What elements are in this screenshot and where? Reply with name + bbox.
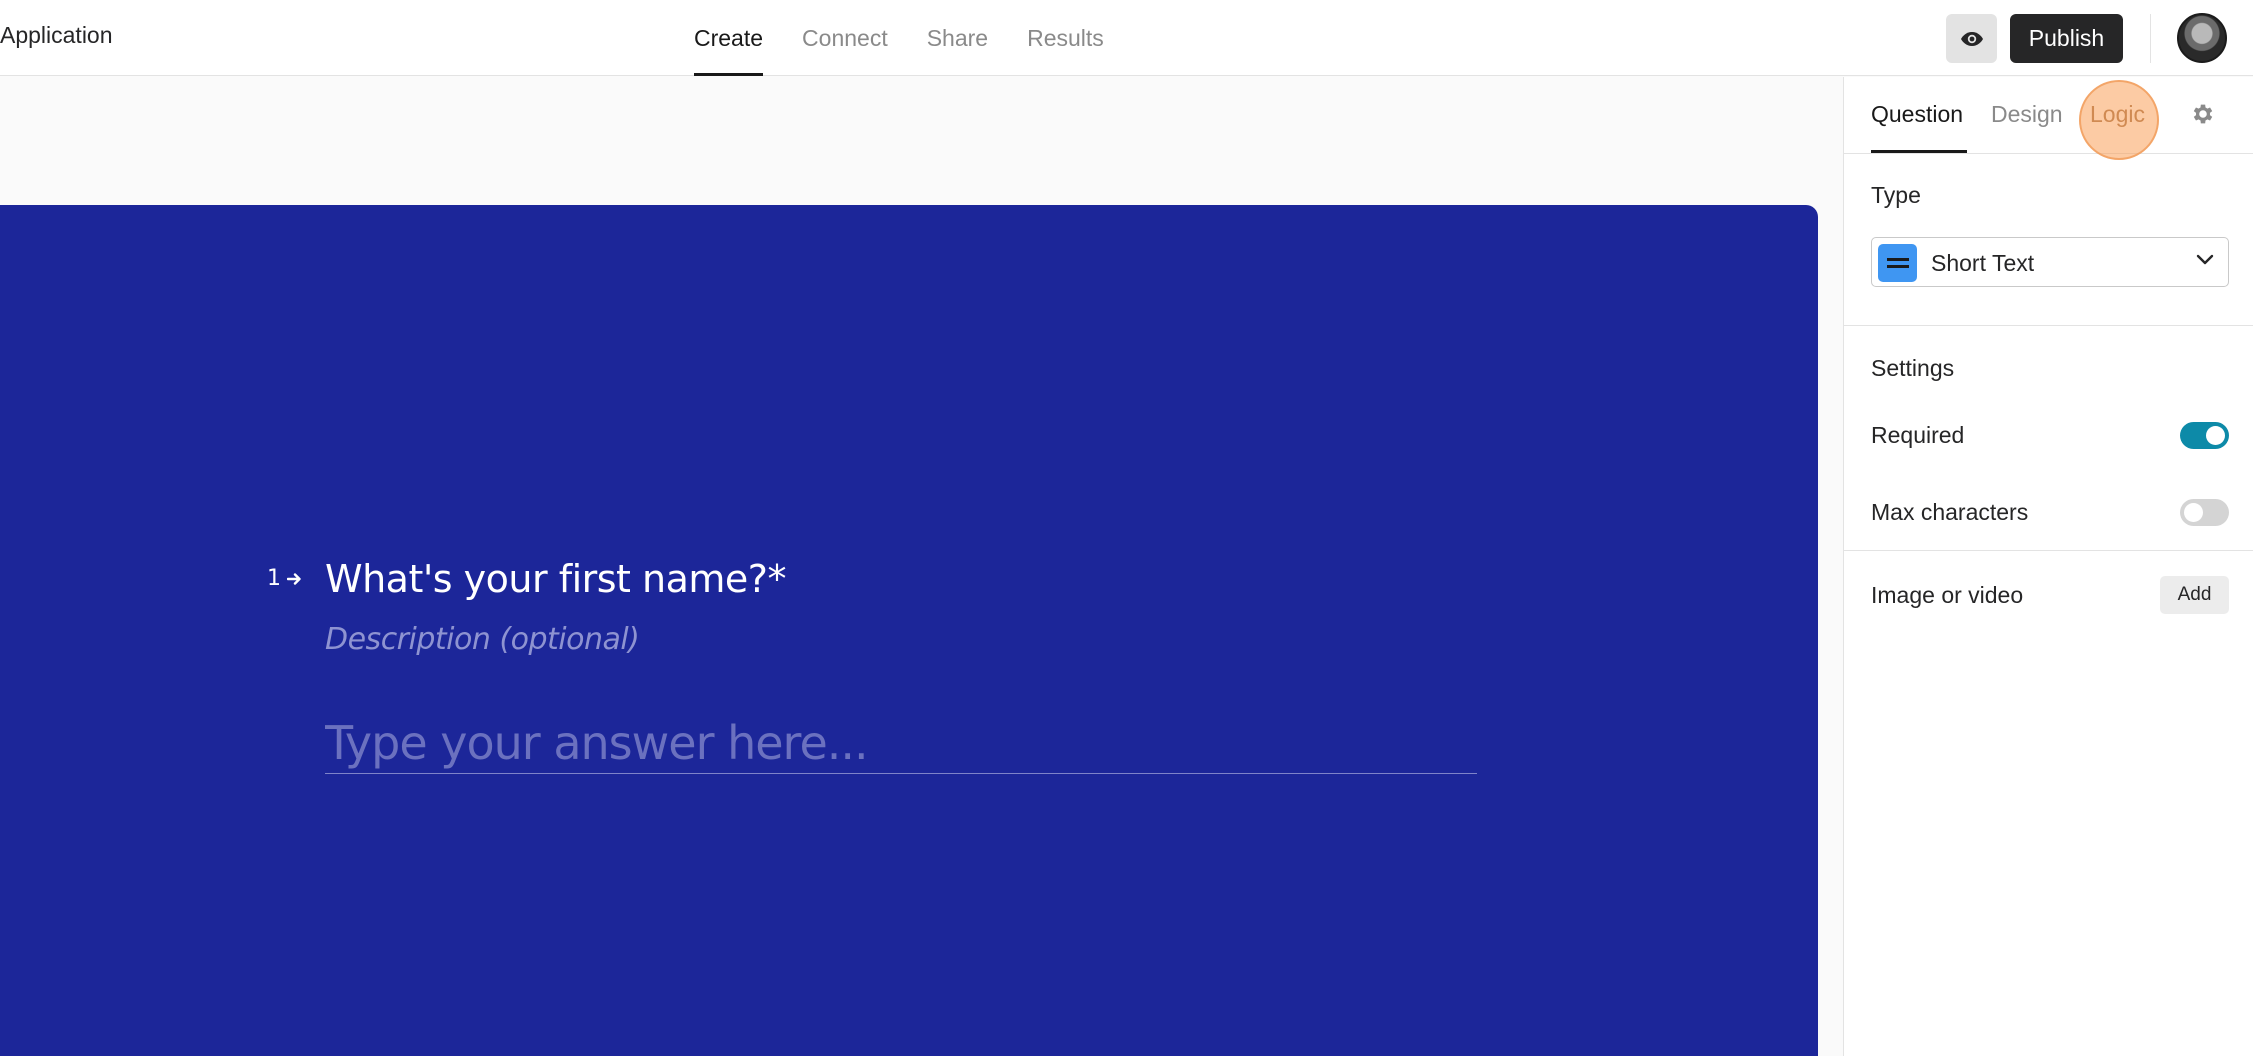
tab-connect[interactable]: Connect <box>802 0 888 76</box>
type-label: Type <box>1871 182 1921 208</box>
required-label: Required <box>1871 422 1965 448</box>
tab-create[interactable]: Create <box>694 0 764 76</box>
add-media-button[interactable]: Add <box>2160 576 2229 614</box>
type-select-value: Short Text <box>1931 250 2035 276</box>
form-canvas <box>0 205 1818 1056</box>
avatar[interactable] <box>2177 13 2227 63</box>
question-title[interactable]: What's your first name?* <box>325 557 786 601</box>
publish-button[interactable]: Publish <box>2010 14 2123 63</box>
tab-question[interactable]: Question <box>1871 101 1963 128</box>
image-or-video-label: Image or video <box>1871 582 2024 608</box>
active-tab-underline <box>1871 150 1967 153</box>
header-divider <box>2150 14 2151 63</box>
answer-input[interactable] <box>325 712 1477 774</box>
form-title[interactable]: Application <box>0 22 113 49</box>
question-type-select[interactable]: Short Text <box>1871 237 2229 287</box>
chevron-down-icon <box>2196 254 2214 265</box>
question-number-text: 1 <box>267 566 281 591</box>
short-text-icon <box>1878 244 1917 282</box>
settings-heading: Settings <box>1871 355 1955 381</box>
eye-icon <box>1960 31 1983 46</box>
tab-design[interactable]: Design <box>1991 101 2063 128</box>
main-nav: Create Connect Share Results <box>694 0 1143 76</box>
toggle-knob <box>2206 426 2225 445</box>
question-settings-panel: Question Design Logic Type Short Text Se… <box>1843 77 2253 1056</box>
preview-button[interactable] <box>1946 14 1997 63</box>
max-characters-toggle[interactable] <box>2180 499 2229 526</box>
tab-share[interactable]: Share <box>927 0 988 76</box>
toggle-knob <box>2184 503 2203 522</box>
panel-tabs: Question Design Logic <box>1844 77 2253 160</box>
question-description[interactable]: Description (optional) <box>325 622 640 657</box>
section-divider <box>1844 550 2253 551</box>
tab-logic[interactable]: Logic <box>2090 101 2145 128</box>
tab-results[interactable]: Results <box>1027 0 1104 76</box>
max-characters-label: Max characters <box>1871 499 2029 525</box>
required-toggle[interactable] <box>2180 422 2229 449</box>
arrow-right-icon <box>287 572 301 585</box>
top-bar: Application Create Connect Share Results… <box>0 0 2253 76</box>
question-number: 1 <box>267 566 303 591</box>
section-divider <box>1844 325 2253 326</box>
gear-icon[interactable] <box>2190 101 2216 127</box>
